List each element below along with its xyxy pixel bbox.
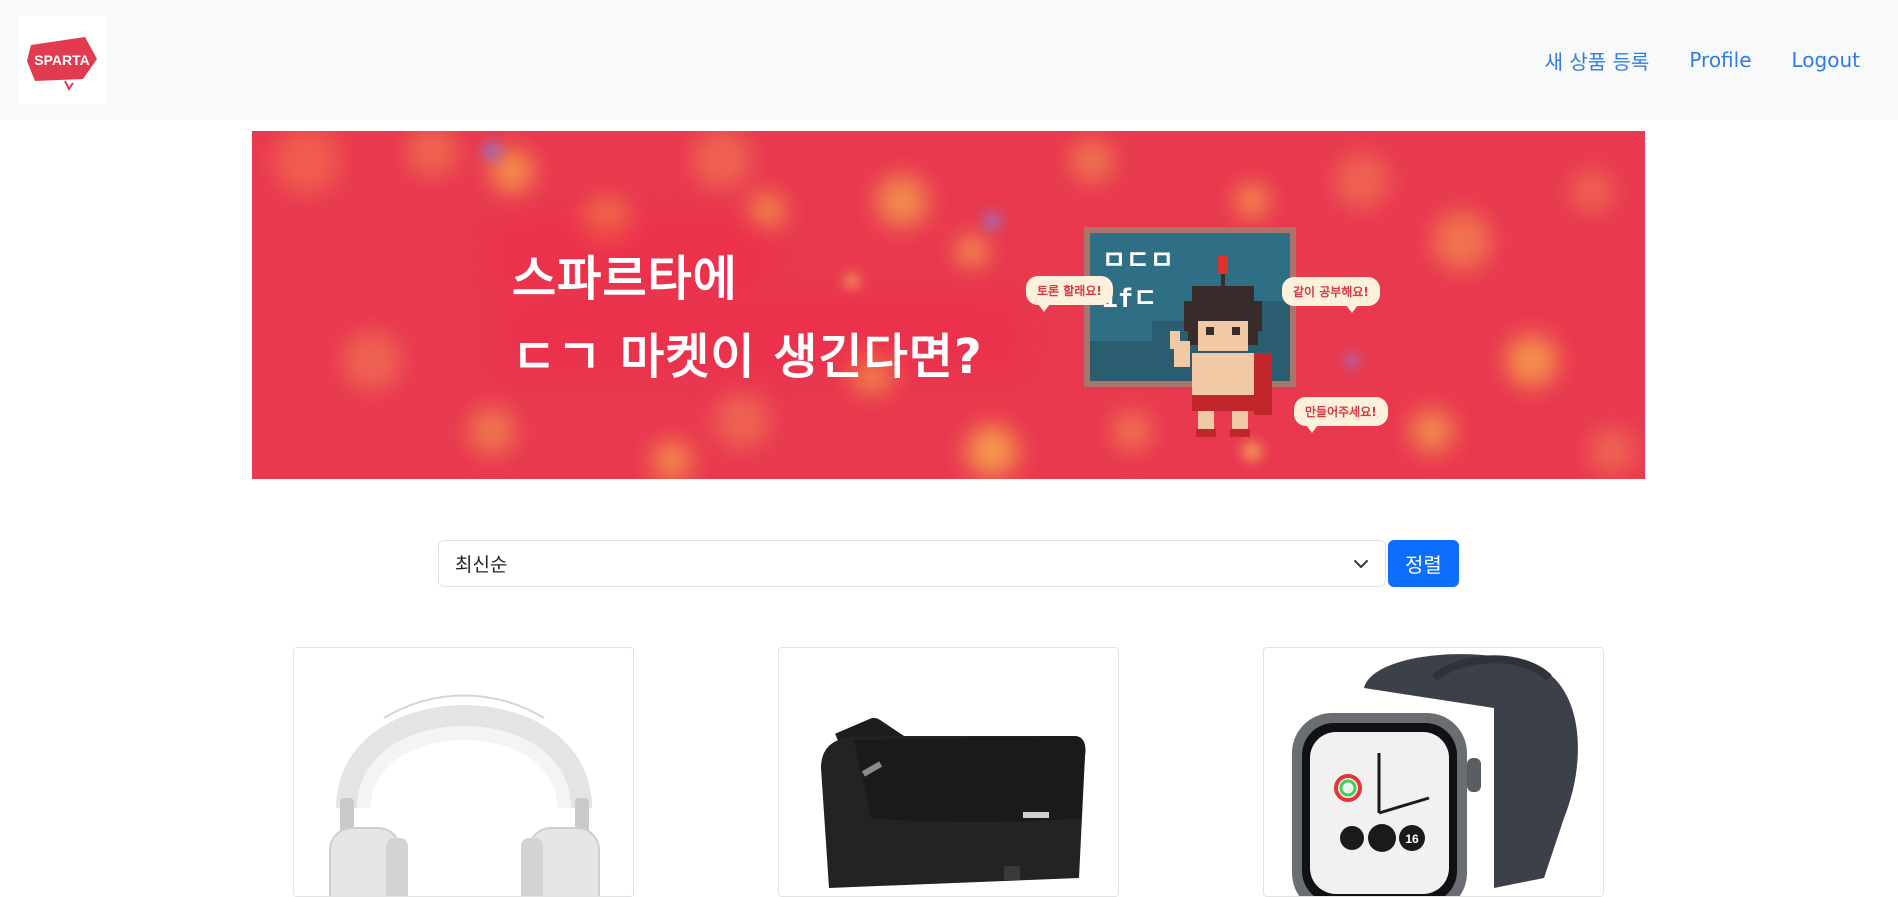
sort-select[interactable]: 최신순 (438, 540, 1386, 587)
banner-background: ㅁㄷㅁ ifㄷ (273, 131, 1636, 479)
board-text-line1: ㅁㄷㅁ (1102, 246, 1174, 276)
nav-links: 새 상품 등록 Profile Logout (1545, 0, 1860, 120)
headphones-image (329, 694, 600, 896)
watch-readout: 16 (1405, 832, 1419, 846)
sparta-logo-icon: SPARTA (27, 37, 97, 91)
speech-bubble-discuss: 토론 할래요! (1026, 276, 1113, 312)
sparta-logo[interactable]: SPARTA (19, 16, 107, 104)
nav-logout-link[interactable]: Logout (1792, 48, 1860, 72)
smartwatch-image: 16 (1292, 654, 1578, 896)
nav-new-product-link[interactable]: 새 상품 등록 (1545, 46, 1650, 75)
sort-button[interactable]: 정렬 (1388, 540, 1459, 587)
logo-text: SPARTA (34, 52, 89, 68)
chevron-down-icon (1354, 559, 1368, 568)
navbar: SPARTA 새 상품 등록 Profile Logout (0, 0, 1898, 120)
sort-bar: 최신순 정렬 (438, 540, 1459, 587)
messenger-bag-image (821, 718, 1086, 888)
product-card[interactable] (293, 647, 634, 897)
banner-title-line1: 스파르타에 (512, 251, 738, 307)
product-card[interactable]: 16 (1263, 647, 1604, 897)
hero-banner: ㅁㄷㅁ ifㄷ 스파르타에 ㄷㄱ 마켓이 생긴다면? 같이 공부해요! 토론 할… (252, 131, 1645, 479)
speech-bubble-study: 같이 공부해요! (1282, 277, 1380, 313)
product-card[interactable] (778, 647, 1119, 897)
nav-profile-link[interactable]: Profile (1689, 48, 1751, 72)
sort-select-value: 최신순 (455, 554, 508, 576)
banner-title-line2: ㄷㄱ 마켓이 생긴다면? (512, 329, 983, 385)
speech-bubble-make: 만들어주세요! (1294, 397, 1388, 433)
